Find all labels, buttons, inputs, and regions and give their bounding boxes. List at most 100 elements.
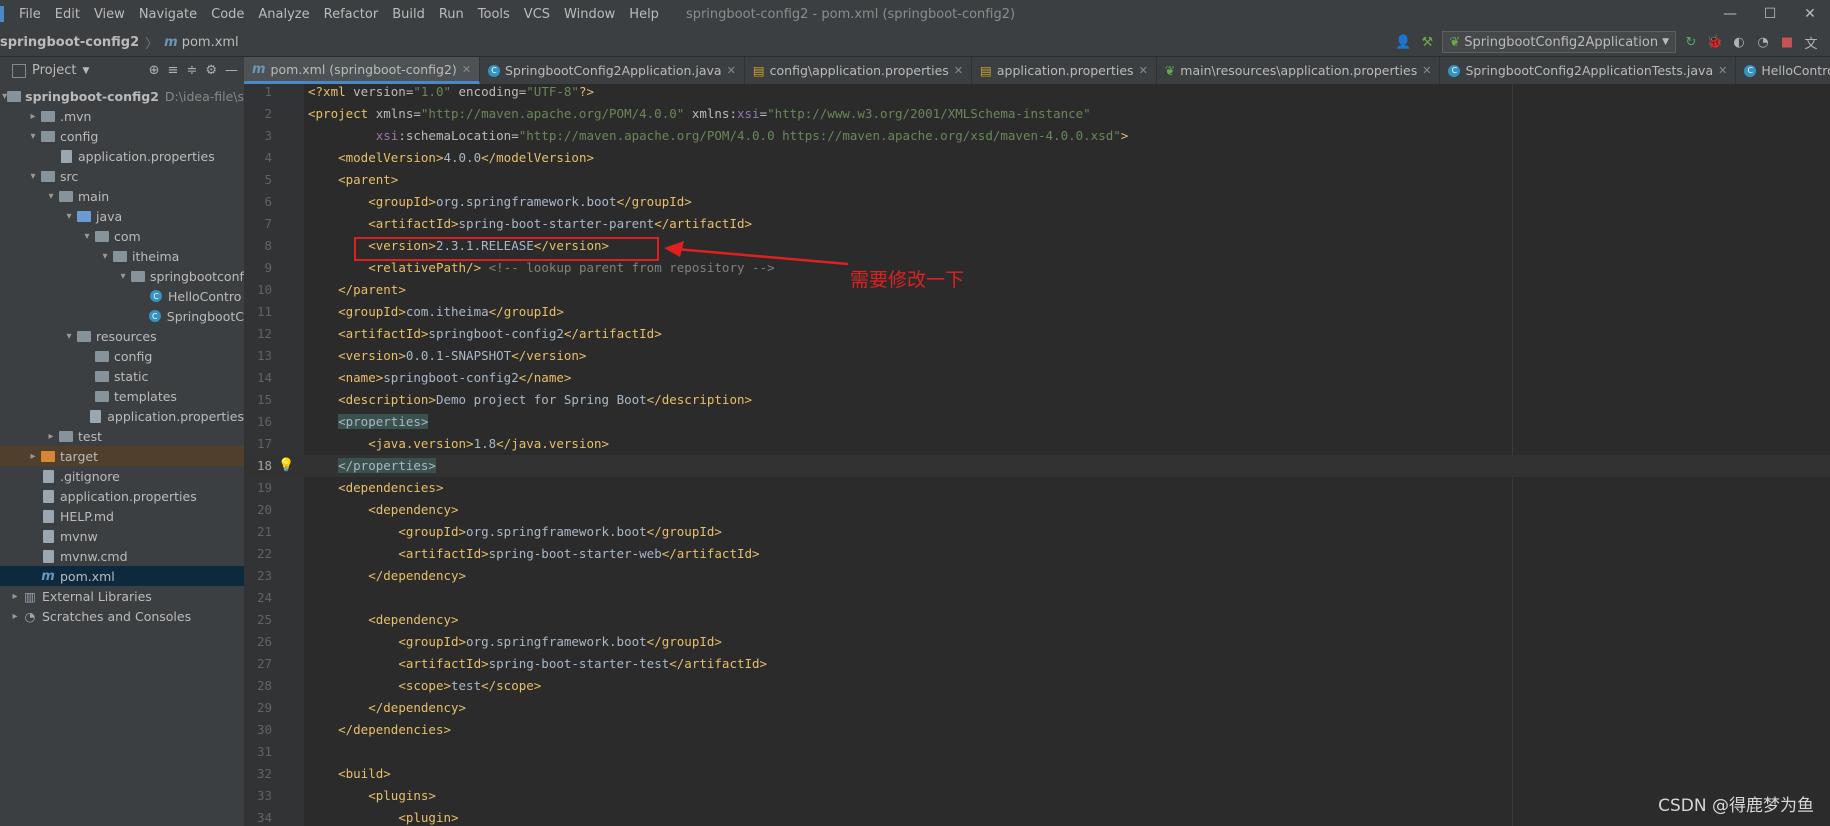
tree-item-mvnw[interactable]: mvnw (0, 526, 244, 546)
menu-item-navigate[interactable]: Navigate (132, 7, 204, 22)
code-line[interactable]: 5 <parent> (244, 169, 1830, 191)
tree-item-test[interactable]: ▸ test (0, 426, 244, 446)
project-view-select[interactable]: Project (32, 63, 76, 78)
minimize-icon[interactable]: — (1710, 0, 1750, 28)
chevron-right-icon[interactable]: ▸ (44, 431, 58, 442)
tree-item-help-md[interactable]: HELP.md (0, 506, 244, 526)
breadcrumb-project[interactable]: springboot-config2 (0, 35, 139, 50)
chevron-down-icon[interactable]: ▾ (26, 171, 40, 182)
close-tab-icon[interactable]: ✕ (727, 64, 736, 77)
editor-tab[interactable]: C SpringbootConfig2ApplicationTests.java ✕ (1440, 57, 1737, 84)
tree-item-config[interactable]: ▾ config (0, 126, 244, 146)
code-line[interactable]: 3 xsi:schemaLocation="http://maven.apach… (244, 125, 1830, 147)
code-line[interactable]: 7 <artifactId>spring-boot-starter-parent… (244, 213, 1830, 235)
code-line[interactable]: 10 </parent> (244, 279, 1830, 301)
locate-icon[interactable]: ⊕ (149, 63, 160, 78)
code-line[interactable]: 20 <dependency> (244, 499, 1830, 521)
menu-item-build[interactable]: Build (385, 7, 432, 22)
tree-item-src[interactable]: ▾ src (0, 166, 244, 186)
code-line[interactable]: 1 <?xml version="1.0" encoding="UTF-8"?> (244, 84, 1830, 103)
chevron-down-icon[interactable]: ▾ (62, 331, 76, 342)
debug-icon[interactable]: 🐞 (1706, 33, 1724, 51)
code-line[interactable]: 2 <project xmlns="http://maven.apache.org… (244, 103, 1830, 125)
code-line[interactable]: 23 </dependency> (244, 565, 1830, 587)
code-line[interactable]: 27 <artifactId>spring-boot-starter-test<… (244, 653, 1830, 675)
chevron-right-icon[interactable]: ▸ (26, 451, 40, 462)
maximize-icon[interactable]: ☐ (1750, 0, 1790, 28)
editor-tab[interactable]: m pom.xml (springboot-config2) ✕ (244, 57, 481, 84)
code-line[interactable]: 18 </properties> 💡 (244, 455, 1830, 477)
code-line[interactable]: 24 (244, 587, 1830, 609)
code-line[interactable]: 15 <description>Demo project for Spring … (244, 389, 1830, 411)
tree-item-mvn[interactable]: ▸ .mvn (0, 106, 244, 126)
tree-item-com[interactable]: ▾ com (0, 226, 244, 246)
tree-item-mvnw-cmd[interactable]: mvnw.cmd (0, 546, 244, 566)
code-line[interactable]: 28 <scope>test</scope> (244, 675, 1830, 697)
hide-icon[interactable]: — (225, 63, 238, 78)
menu-item-refactor[interactable]: Refactor (317, 7, 386, 22)
chevron-down-icon[interactable]: ▼ (82, 66, 89, 76)
close-tab-icon[interactable]: ✕ (1422, 64, 1431, 77)
editor-tab[interactable]: ❦ main\resources\application.properties ✕ (1157, 57, 1441, 84)
tree-item-application-properties[interactable]: application.properties (0, 486, 244, 506)
menu-item-analyze[interactable]: Analyze (251, 7, 316, 22)
tree-item-scratches-and-consoles[interactable]: ▸ ◔ Scratches and Consoles (0, 606, 244, 626)
tree-item-java[interactable]: ▾ java (0, 206, 244, 226)
code-line[interactable]: 30 </dependencies> (244, 719, 1830, 741)
code-line[interactable]: 4 <modelVersion>4.0.0</modelVersion> (244, 147, 1830, 169)
chevron-right-icon[interactable]: ▸ (8, 611, 22, 622)
code-line[interactable]: 29 </dependency> (244, 697, 1830, 719)
menu-item-view[interactable]: View (87, 7, 132, 22)
tree-item-application-properties[interactable]: application.properties (0, 146, 244, 166)
code-line[interactable]: 26 <groupId>org.springframework.boot</gr… (244, 631, 1830, 653)
build-hammer-icon[interactable]: ⚒ (1418, 33, 1436, 51)
menu-item-code[interactable]: Code (204, 7, 251, 22)
tree-item-springboot-config2[interactable]: ▾ springboot-config2 D:\idea-file\s (0, 86, 244, 106)
tree-item-pom-xml[interactable]: m pom.xml (0, 566, 244, 586)
menu-item-window[interactable]: Window (557, 7, 622, 22)
editor-tab[interactable]: C SpringbootConfig2Application.java ✕ (480, 57, 745, 84)
code-line[interactable]: 16 <properties> (244, 411, 1830, 433)
breadcrumb-file[interactable]: pom.xml (182, 35, 239, 50)
menu-item-file[interactable]: File (12, 7, 48, 22)
code-line[interactable]: 19 <dependencies> (244, 477, 1830, 499)
code-line[interactable]: 31 (244, 741, 1830, 763)
gear-icon[interactable]: ⚙ (205, 63, 217, 78)
rerun-icon[interactable]: ↻ (1682, 33, 1700, 51)
tree-item-config[interactable]: config (0, 346, 244, 366)
tree-item-main[interactable]: ▾ main (0, 186, 244, 206)
menu-item-vcs[interactable]: VCS (517, 7, 557, 22)
tree-item-external-libraries[interactable]: ▸ ▥ External Libraries (0, 586, 244, 606)
expand-all-icon[interactable]: ≡ (168, 63, 179, 78)
code-line[interactable]: 34 <plugin> (244, 807, 1830, 826)
menu-item-edit[interactable]: Edit (48, 7, 87, 22)
close-tab-icon[interactable]: ✕ (1139, 64, 1148, 77)
close-tab-icon[interactable]: ✕ (954, 64, 963, 77)
tree-item-springbootconf[interactable]: ▾ springbootconf (0, 266, 244, 286)
tree-item-gitignore[interactable]: .gitignore (0, 466, 244, 486)
profile-icon[interactable]: ◔ (1754, 33, 1772, 51)
chevron-down-icon[interactable]: ▾ (116, 271, 130, 282)
code-line[interactable]: 11 <groupId>com.itheima</groupId> (244, 301, 1830, 323)
chevron-down-icon[interactable]: ▾ (44, 191, 58, 202)
chevron-right-icon[interactable]: ▸ (8, 591, 22, 602)
intention-bulb-icon[interactable]: 💡 (278, 455, 294, 477)
chevron-right-icon[interactable]: ▸ (26, 111, 40, 122)
tree-item-templates[interactable]: templates (0, 386, 244, 406)
editor-tab[interactable]: ▤ config\application.properties ✕ (745, 57, 973, 84)
code-editor[interactable]: 1 <?xml version="1.0" encoding="UTF-8"?> 2… (244, 84, 1830, 826)
chevron-down-icon[interactable]: ▾ (98, 251, 112, 262)
tree-item-target[interactable]: ▸ target (0, 446, 244, 466)
code-line[interactable]: 33 <plugins> (244, 785, 1830, 807)
close-window-icon[interactable]: ✕ (1790, 0, 1830, 28)
coverage-icon[interactable]: ◐ (1730, 33, 1748, 51)
editor-tab[interactable]: ▤ application.properties ✕ (972, 57, 1157, 84)
code-line[interactable]: 21 <groupId>org.springframework.boot</gr… (244, 521, 1830, 543)
code-line[interactable]: 25 <dependency> (244, 609, 1830, 631)
code-line[interactable]: 32 <build> (244, 763, 1830, 785)
menu-item-tools[interactable]: Tools (471, 7, 517, 22)
tree-item-application-properties[interactable]: application.properties (0, 406, 244, 426)
code-line[interactable]: 12 <artifactId>springboot-config2</artif… (244, 323, 1830, 345)
menu-item-help[interactable]: Help (622, 7, 666, 22)
code-line[interactable]: 14 <name>springboot-config2</name> (244, 367, 1830, 389)
